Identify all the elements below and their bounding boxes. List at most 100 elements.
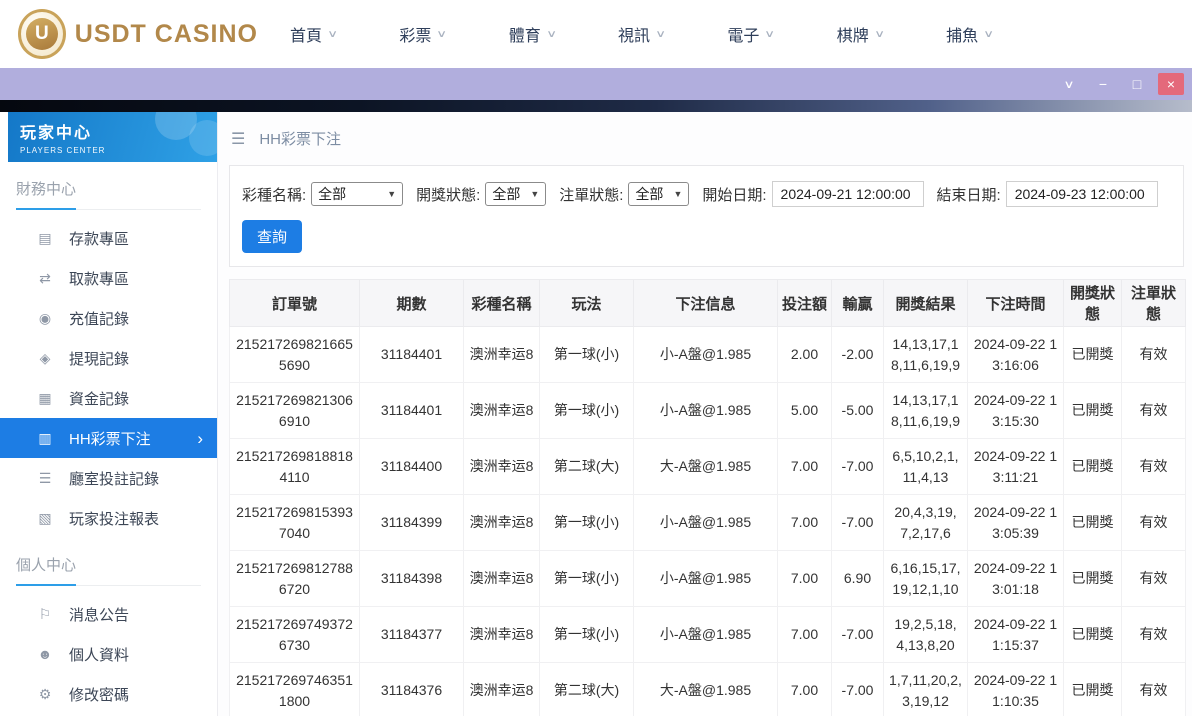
table-row: 2152172698153937040 31184399 澳洲幸运8 第一球(小) 小-… (229, 494, 1186, 551)
person-icon: ☻ (37, 646, 53, 662)
titlebar-chevron-icon[interactable]: ∨ (1051, 73, 1087, 95)
cell-draw-status: 已開獎 (1063, 382, 1122, 439)
sidebar-item-withdraw[interactable]: ⇄ 取款專區 (0, 258, 217, 298)
table-row: 2152172698216655690 31184401 澳洲幸运8 第一球(小) 小-… (229, 326, 1186, 383)
cell-play-type: 第二球(大) (539, 438, 634, 495)
cell-bet-info: 小-A盤@1.985 (633, 326, 778, 383)
draw-status-value: 全部 (492, 186, 521, 202)
nav-item-fishing[interactable]: 捕魚 ∨ (946, 22, 995, 46)
lottery-name-label: 彩種名稱: (242, 186, 307, 204)
cell-draw-status: 已開獎 (1063, 550, 1122, 607)
nav-item-live[interactable]: 視訊 ∨ (618, 22, 667, 46)
end-date-input[interactable] (1005, 181, 1158, 207)
cell-play-type: 第一球(小) (539, 494, 634, 551)
cell-period: 31184376 (359, 662, 464, 716)
bet-table: 訂單號 期數 彩種名稱 玩法 下注信息 投注額 輸贏 開獎結果 下注時間 開獎狀態 注單狀態 215… (229, 279, 1186, 716)
cell-period: 31184401 (359, 382, 464, 439)
cell-bet-info: 小-A盤@1.985 (633, 494, 778, 551)
sidebar-item-label: 提現記錄 (69, 350, 130, 368)
cell-draw-status: 已開獎 (1063, 438, 1122, 495)
logo[interactable]: U USDT CASINO (18, 9, 258, 59)
close-button[interactable]: × (1158, 73, 1184, 95)
chevron-right-icon: › (197, 428, 203, 448)
cell-lottery-name: 澳洲幸运8 (463, 438, 540, 495)
cell-order-status: 有效 (1121, 662, 1186, 716)
sidebar-item-player-bet-report[interactable]: ▧ 玩家投注報表 (0, 498, 217, 538)
nav-item-lottery[interactable]: 彩票 ∨ (399, 22, 448, 46)
table-body: 2152172698216655690 31184401 澳洲幸运8 第一球(小) 小-… (229, 326, 1186, 716)
draw-status-select[interactable]: 全部 ▼ (485, 182, 547, 206)
order-status-select[interactable]: 全部 ▼ (628, 182, 690, 206)
cell-win-loss: -7.00 (831, 662, 884, 716)
top-header: U USDT CASINO 首頁 ∨ 彩票 ∨ 體育 ∨ 視訊 ∨ 電子 ∨ 棋牌 ∨ 捕魚 ∨ (0, 0, 1192, 68)
cell-order-id: 2152172698153937040 (229, 494, 360, 551)
start-date-input[interactable] (771, 181, 924, 207)
cell-bet-amount: 7.00 (777, 550, 832, 607)
sidebar-item-label: HH彩票下注 (69, 430, 151, 448)
cell-bet-time: 2024-09-22 13:01:18 (967, 550, 1064, 607)
nav-item-label: 視訊 (618, 28, 651, 45)
nav-item-slots[interactable]: 電子 ∨ (727, 22, 775, 46)
cell-win-loss: -7.00 (831, 494, 884, 551)
cell-bet-info: 大-A盤@1.985 (633, 662, 778, 716)
cell-order-status: 有效 (1121, 550, 1186, 607)
cell-win-loss: -2.00 (831, 326, 884, 383)
cell-bet-info: 小-A盤@1.985 (633, 606, 778, 663)
chevron-down-icon: ∨ (983, 28, 995, 40)
filter-box: 彩種名稱: 全部 ▼ 開獎狀態: 全部 ▼ 注單狀態: 全部 ▼ 開始日期: 結… (229, 165, 1184, 267)
cell-bet-time: 2024-09-22 13:16:06 (967, 326, 1064, 383)
cell-bet-info: 小-A盤@1.985 (633, 382, 778, 439)
sidebar-item-change-password[interactable]: ⚙ 修改密碼 (0, 674, 217, 714)
sidebar-item-label: 消息公告 (69, 606, 130, 624)
lottery-name-select[interactable]: 全部 ▼ (311, 182, 404, 206)
bet-report-icon: ▧ (38, 509, 52, 526)
cell-lottery-name: 澳洲幸运8 (463, 494, 540, 551)
column-header: 投注額 (777, 279, 832, 327)
cell-order-status: 有效 (1121, 606, 1186, 663)
nav-item-sports[interactable]: 體育 ∨ (509, 22, 557, 46)
cell-win-loss: 6.90 (831, 550, 884, 607)
sidebar-item-label: 充值記錄 (69, 310, 130, 328)
nav-item-cards[interactable]: 棋牌 ∨ (837, 22, 885, 46)
sidebar-item-recharge-record[interactable]: ◉ 充值記錄 (0, 298, 217, 338)
sidebar-item-label: 個人資料 (69, 646, 130, 664)
players-center-title: 玩家中心 (20, 125, 93, 142)
cell-draw-result: 14,13,17,18,11,6,19,9 (883, 326, 968, 383)
filter-row: 彩種名稱: 全部 ▼ 開獎狀態: 全部 ▼ 注單狀態: 全部 ▼ 開始日期: 結… (240, 181, 1173, 207)
cell-win-loss: -7.00 (831, 606, 884, 663)
cell-order-id: 2152172698213066910 (229, 382, 360, 439)
menu-icon[interactable]: ☰ (231, 129, 245, 149)
sidebar-item-profile[interactable]: ☻ 個人資料 (0, 634, 217, 674)
sidebar-item-fund-record[interactable]: ▦ 資金記錄 (0, 378, 217, 418)
table-row: 2152172698127886720 31184398 澳洲幸运8 第一球(小) 小-… (229, 550, 1186, 607)
cell-order-id: 2152172698216655690 (229, 326, 360, 383)
logo-letter: U (25, 18, 58, 50)
chevron-down-icon: ∨ (655, 28, 667, 40)
sidebar-item-announcements[interactable]: ⚐ 消息公告 (0, 594, 217, 634)
sidebar-item-label: 玩家投注報表 (69, 510, 160, 528)
recharge-record-icon: ◉ (38, 309, 52, 326)
search-button[interactable]: 查詢 (242, 220, 303, 253)
sidebar-item-deposit[interactable]: ▤ 存款專區 (0, 218, 217, 258)
chevron-down-icon: ∨ (436, 28, 448, 40)
cell-bet-time: 2024-09-22 11:15:37 (967, 606, 1064, 663)
sidebar-item-hh-lottery-bets[interactable]: ▥ HH彩票下注 › (0, 418, 217, 458)
cell-bet-time: 2024-09-22 11:10:35 (967, 662, 1064, 716)
cell-order-status: 有效 (1121, 382, 1186, 439)
withdraw-record-icon: ◈ (39, 349, 51, 366)
cell-order-id: 2152172697463511800 (229, 662, 360, 716)
column-header: 下注時間 (967, 279, 1064, 327)
lottery-name-value: 全部 (318, 186, 347, 202)
column-header: 輸贏 (831, 279, 884, 327)
cell-draw-status: 已開獎 (1063, 326, 1122, 383)
sidebar-section-text: 財務中心 (16, 178, 77, 210)
nav-item-label: 首頁 (290, 28, 323, 45)
cell-draw-result: 6,5,10,2,1,11,4,13 (883, 438, 968, 495)
sidebar-item-withdraw-record[interactable]: ◈ 提現記錄 (0, 338, 217, 378)
minimize-button[interactable]: − (1090, 73, 1116, 95)
nav-item-label: 彩票 (399, 28, 432, 45)
maximize-button[interactable]: □ (1124, 73, 1150, 95)
sidebar-item-room-bet-record[interactable]: ☰ 廳室投註記錄 (0, 458, 217, 498)
room-bet-record-icon: ☰ (38, 469, 52, 486)
nav-item-home[interactable]: 首頁 ∨ (290, 22, 338, 46)
